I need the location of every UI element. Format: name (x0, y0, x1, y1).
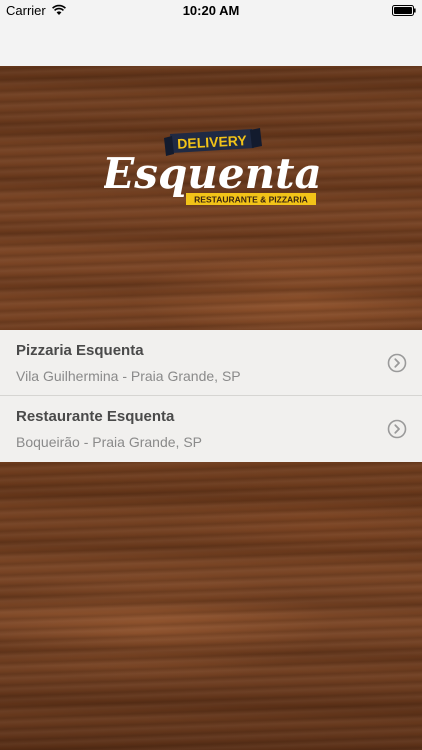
location-address: Boqueirão - Praia Grande, SP (16, 434, 202, 450)
navigation-bar (0, 22, 422, 67)
locations-list: Pizzaria Esquenta Vila Guilhermina - Pra… (0, 330, 422, 462)
location-name: Pizzaria Esquenta (16, 342, 144, 359)
location-row-pizzaria[interactable]: Pizzaria Esquenta Vila Guilhermina - Pra… (0, 330, 422, 396)
chevron-right-circle-icon[interactable] (387, 353, 407, 373)
battery-icon (392, 5, 416, 16)
tagline-text: RESTAURANTE & PIZZARIA (194, 195, 308, 205)
brand-wordmark: Esquenta (104, 149, 320, 198)
location-address: Vila Guilhermina - Praia Grande, SP (16, 368, 241, 384)
location-row-restaurante[interactable]: Restaurante Esquenta Boqueirão - Praia G… (0, 396, 422, 461)
status-time: 10:20 AM (182, 3, 240, 18)
location-name: Restaurante Esquenta (16, 408, 175, 425)
esquenta-logo: DELIVERY Esquenta RESTAURANTE & PIZZARIA (104, 128, 320, 205)
chevron-right-circle-icon[interactable] (387, 419, 407, 439)
status-bar: Carrier 10:20 AM (0, 0, 422, 22)
